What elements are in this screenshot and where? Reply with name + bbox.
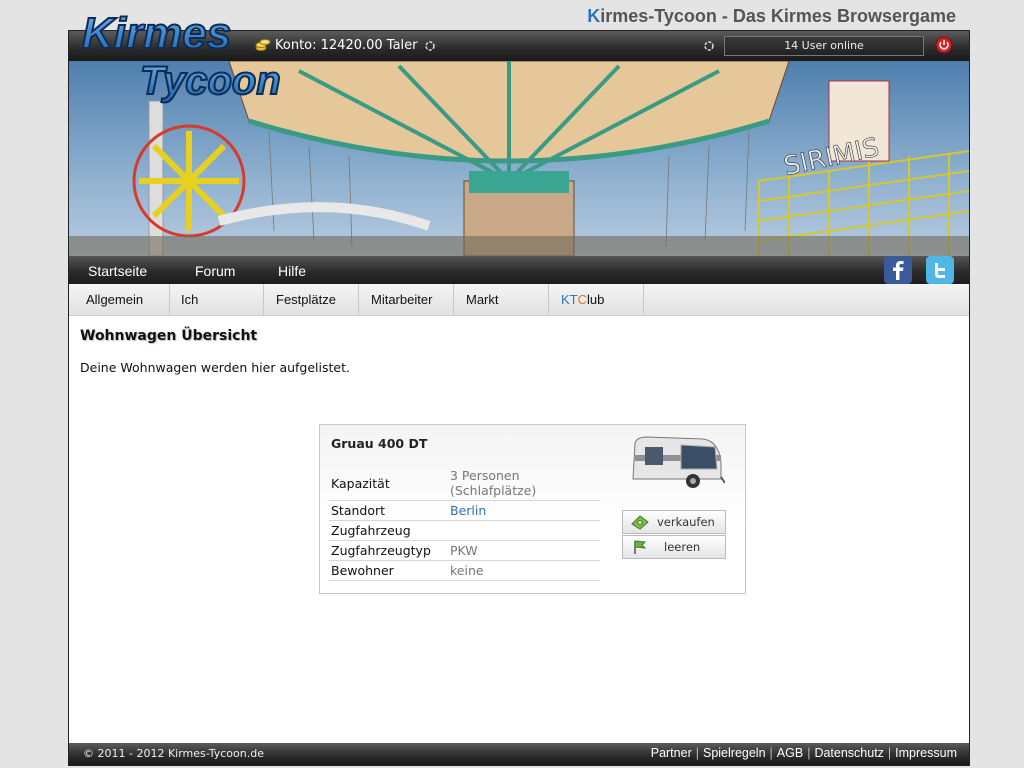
account-balance: Konto: 12420.00 Taler	[275, 38, 418, 53]
users-online-display: 14 User online	[724, 36, 924, 56]
row-value: PKW	[448, 540, 600, 561]
main-container: Konto: 12420.00 Taler 14 User online SIR…	[68, 30, 970, 766]
row-label: Kapazität	[329, 466, 448, 501]
sub-navigation: Allgemein Ich Festplätze Mitarbeiter Mar…	[69, 284, 969, 316]
tab-markt[interactable]: Markt	[454, 284, 549, 315]
tab-ich[interactable]: Ich	[170, 284, 264, 315]
table-row: Kapazität 3 Personen (Schlafplätze)	[329, 466, 600, 501]
row-label: Standort	[329, 500, 448, 521]
table-row: Bewohner keine	[329, 560, 600, 581]
page-title: Wohnwagen Übersicht	[80, 328, 258, 344]
flag-icon	[634, 540, 647, 554]
nav-forum[interactable]: Forum	[195, 263, 235, 279]
table-row: Zugfahrzeugtyp PKW	[329, 540, 600, 561]
table-row: Standort Berlin	[329, 500, 600, 521]
footer: © 2011 - 2012 Kirmes-Tycoon.de Partner | S…	[69, 743, 969, 765]
power-icon[interactable]	[935, 36, 953, 54]
table-row: Zugfahrzeug	[329, 520, 600, 541]
kirmes-tycoon-logo[interactable]: Kirmes Tycoon	[82, 2, 282, 106]
footer-links: Partner | Spielregeln | AGB | Datenschutz | Impr…	[650, 746, 957, 760]
row-label: Bewohner	[329, 560, 448, 581]
footer-link-impressum[interactable]: Impressum	[895, 746, 957, 760]
tab-allgemein[interactable]: Allgemein	[69, 284, 170, 315]
logo-line1: Kirmes	[82, 9, 231, 58]
row-value	[448, 520, 600, 541]
nav-hilfe[interactable]: Hilfe	[278, 263, 306, 279]
refresh-icon[interactable]	[703, 40, 715, 52]
sell-button[interactable]: verkaufen	[622, 510, 726, 534]
caravan-info-table: Kapazität 3 Personen (Schlafplätze) Stan…	[329, 466, 600, 581]
row-value: 3 Personen (Schlafplätze)	[448, 466, 600, 501]
caravan-image	[632, 436, 725, 488]
tab-mitarbeiter[interactable]: Mitarbeiter	[359, 284, 454, 315]
row-label: Zugfahrzeug	[329, 520, 448, 541]
site-title: Kirmes-Tycoon - Das Kirmes Browsergame	[587, 6, 956, 26]
empty-button[interactable]: leeren	[622, 535, 726, 559]
refresh-icon[interactable]	[424, 40, 436, 52]
footer-link-spielregeln[interactable]: Spielregeln	[703, 746, 766, 760]
facebook-icon[interactable]	[884, 256, 912, 284]
footer-link-datenschutz[interactable]: Datenschutz	[814, 746, 883, 760]
footer-link-agb[interactable]: AGB	[777, 746, 803, 760]
twitter-icon[interactable]	[926, 256, 954, 284]
nav-startseite[interactable]: Startseite	[88, 263, 147, 279]
copyright-text: © 2011 - 2012 Kirmes-Tycoon.de	[83, 747, 264, 760]
tab-festplaetze[interactable]: Festplätze	[264, 284, 359, 315]
caravan-name: Gruau 400 DT	[331, 436, 428, 451]
logo-line2: Tycoon	[140, 59, 281, 103]
row-value: keine	[448, 560, 600, 581]
footer-link-partner[interactable]: Partner	[651, 746, 692, 760]
location-link[interactable]: Berlin	[448, 500, 600, 521]
page-intro-text: Deine Wohnwagen werden hier aufgelistet.	[80, 360, 350, 375]
row-label: Zugfahrzeugtyp	[329, 540, 448, 561]
tab-ktclub[interactable]: KTClub	[549, 284, 644, 315]
main-navigation: Startseite Forum Hilfe	[69, 256, 969, 284]
money-icon	[631, 515, 649, 530]
caravan-card: Gruau 400 DT Kapazität 3 Personen (Schla…	[319, 424, 746, 594]
